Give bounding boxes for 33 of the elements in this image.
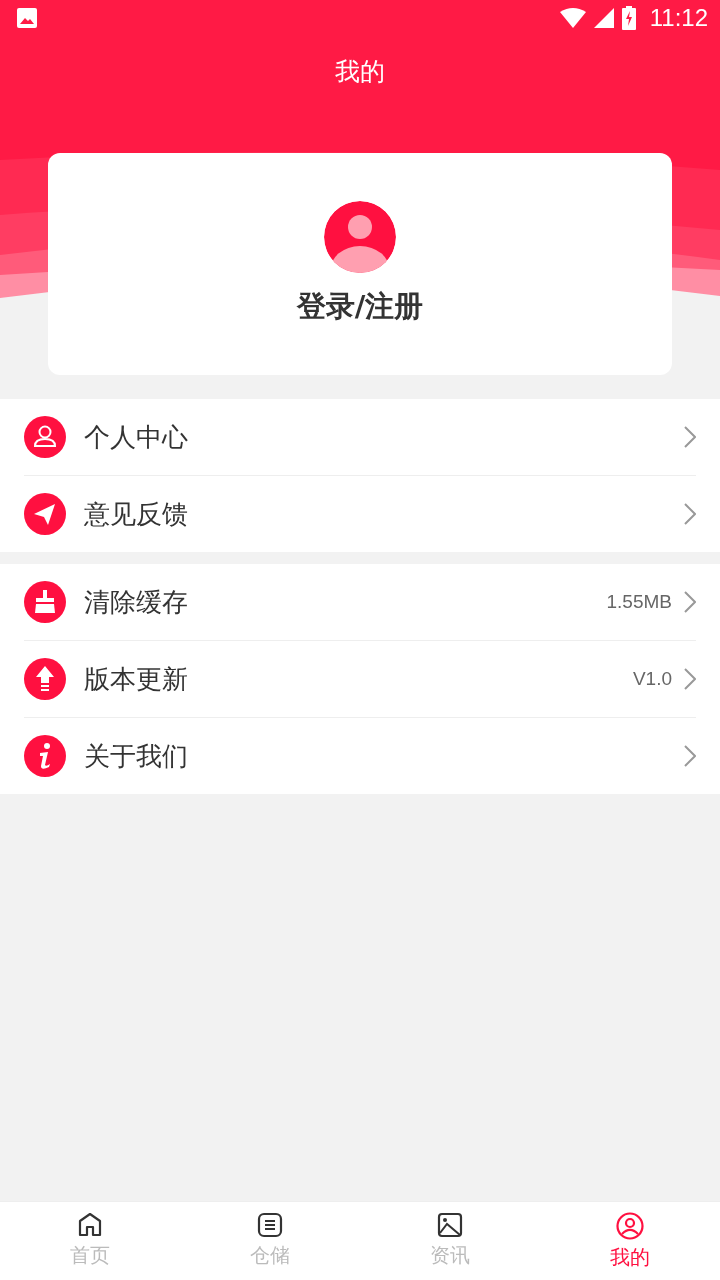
menu-label: 清除缓存 — [84, 585, 189, 619]
chevron-right-icon — [684, 503, 696, 525]
menu-label: 版本更新 — [84, 662, 189, 696]
menu-item[interactable]: 意见反馈 — [24, 476, 696, 552]
menu-label: 个人中心 — [84, 420, 189, 454]
menu-item[interactable]: 关于我们 — [24, 718, 696, 794]
menu-item[interactable]: 版本更新 V1.0 — [24, 641, 696, 718]
page-title: 我的 — [334, 56, 386, 88]
menu-value: 1.55MB — [606, 591, 672, 613]
chevron-right-icon — [684, 426, 696, 448]
menu-item[interactable]: 清除缓存 1.55MB — [24, 564, 696, 641]
tab[interactable]: 我的 — [540, 1202, 720, 1280]
home-icon — [77, 1212, 103, 1238]
person-icon — [24, 416, 66, 458]
info-icon — [24, 735, 66, 777]
avatar-icon[interactable] — [324, 201, 396, 273]
image-icon — [437, 1212, 463, 1238]
chevron-right-icon — [684, 591, 696, 613]
image-icon — [16, 7, 38, 29]
menu-label: 意见反馈 — [84, 497, 189, 531]
menu-label: 关于我们 — [84, 739, 189, 773]
menu-item[interactable]: 个人中心 — [24, 399, 696, 476]
menu-value: V1.0 — [632, 668, 672, 690]
login-button[interactable]: 登录/注册 — [296, 287, 424, 327]
paper-plane-icon — [24, 493, 66, 535]
wifi-icon — [559, 8, 586, 28]
status-time: 11:12 — [649, 4, 708, 32]
user-icon — [616, 1212, 644, 1240]
chevron-right-icon — [684, 745, 696, 767]
signal-icon — [593, 8, 614, 28]
broom-icon — [24, 581, 66, 623]
list-icon — [257, 1212, 283, 1238]
chevron-right-icon — [684, 668, 696, 690]
